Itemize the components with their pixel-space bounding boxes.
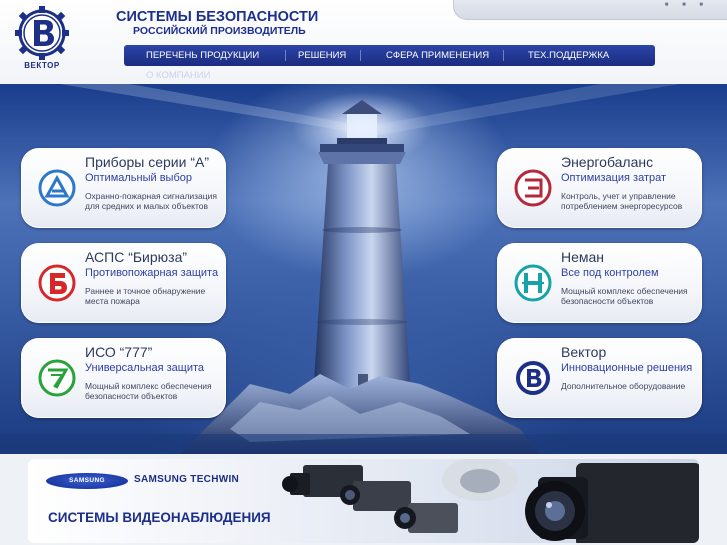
card-subtitle: Оптимальный выбор — [85, 172, 192, 184]
vektor-logo[interactable]: ВЕКТОР — [7, 4, 77, 70]
card-description: Мощный комплекс обеспечения безопасности… — [85, 381, 212, 401]
card-subtitle: Оптимизация затрат — [561, 172, 667, 184]
gear-logo-icon — [15, 6, 69, 60]
card-subtitle: Все под контролем — [561, 267, 659, 279]
nav-item-applications[interactable]: СФЕРА ПРИМЕНЕНИЯ — [386, 45, 489, 66]
card-title: ИСО “777” — [85, 344, 153, 360]
camera-illustration — [282, 459, 699, 543]
card-vektor[interactable]: Вектор Инновационные решения Дополнитель… — [497, 338, 702, 418]
top-tab-dots: ■ ■ ■ — [664, 2, 709, 8]
top-tab: ■ ■ ■ — [453, 0, 727, 20]
nav-item-support[interactable]: ТЕХ.ПОДДЕРЖКА — [528, 45, 609, 66]
card-description: Дополнительное оборудование — [561, 381, 686, 391]
brand-title: СИСТЕМЫ БЕЗОПАСНОСТИ — [116, 9, 319, 25]
card-title: Энергобаланс — [561, 154, 654, 170]
vektor-icon — [514, 359, 552, 397]
nav-item-about[interactable]: О КОМПАНИИ — [146, 70, 210, 81]
hero-section: Приборы серии “А” Оптимальный выбор Охра… — [0, 84, 727, 454]
brand-subtitle: РОССИЙСКИЙ ПРОИЗВОДИТЕЛЬ — [133, 25, 306, 37]
nav-item-products[interactable]: ПЕРЕЧЕНЬ ПРОДУКЦИИ — [146, 45, 259, 66]
biryuza-icon — [38, 264, 76, 302]
energobalans-icon — [514, 169, 552, 207]
nav-item-solutions[interactable]: РЕШЕНИЯ — [298, 45, 346, 66]
card-title: Неман — [561, 249, 605, 265]
samsung-logo: SAMSUNG — [46, 473, 128, 489]
nav-separator — [360, 50, 361, 61]
card-title: Вектор — [561, 344, 607, 360]
site-header: ВЕКТОР СИСТЕМЫ БЕЗОПАСНОСТИ РОССИЙСКИЙ П… — [0, 0, 727, 84]
banner-caption: СИСТЕМЫ ВИДЕОНАБЛЮДЕНИЯ — [48, 510, 271, 525]
card-description: Охранно-пожарная сигнализация для средни… — [85, 191, 217, 211]
nav-separator — [285, 50, 286, 61]
card-energobalans[interactable]: Энергобаланс Оптимизация затрат Контроль… — [497, 148, 702, 228]
card-iso777[interactable]: ИСО “777” Универсальная защита Мощный ко… — [21, 338, 226, 418]
nav-separator — [503, 50, 504, 61]
card-description: Раннее и точное обнаружение места пожара — [85, 286, 206, 306]
card-subtitle: Противопожарная защита — [85, 267, 219, 279]
techwin-text: SAMSUNG TECHWIN — [134, 474, 240, 485]
card-title: АСПС “Бирюза” — [85, 249, 188, 265]
card-biryuza[interactable]: АСПС “Бирюза” Противопожарная защита Ран… — [21, 243, 226, 323]
card-description: Мощный комплекс обеспечения безопасности… — [561, 286, 688, 306]
a-series-icon — [38, 169, 76, 207]
card-title: Приборы серии “А” — [85, 154, 209, 170]
logo-text: ВЕКТОР — [24, 61, 60, 70]
card-description: Контроль, учет и управление потреблением… — [561, 191, 683, 211]
card-a-series[interactable]: Приборы серии “А” Оптимальный выбор Охра… — [21, 148, 226, 228]
card-subtitle: Инновационные решения — [561, 362, 693, 374]
iso777-icon — [38, 359, 76, 397]
card-subtitle: Универсальная защита — [85, 362, 205, 374]
samsung-cctv-banner[interactable]: SAMSUNG SAMSUNG TECHWIN СИСТЕМЫ ВИДЕОНАБ… — [28, 459, 699, 543]
main-nav: ПЕРЕЧЕНЬ ПРОДУКЦИИ РЕШЕНИЯ СФЕРА ПРИМЕНЕ… — [124, 45, 655, 66]
card-neman[interactable]: Неман Все под контролем Мощный комплекс … — [497, 243, 702, 323]
neman-icon — [514, 264, 552, 302]
